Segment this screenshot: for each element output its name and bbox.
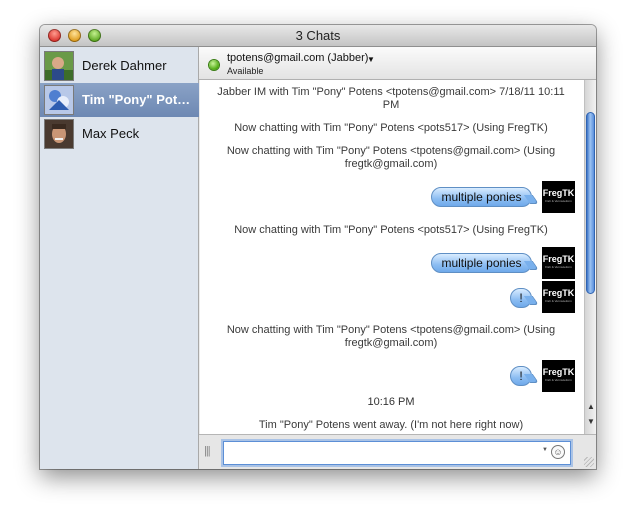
chevron-down-icon[interactable]: ▼: [367, 55, 375, 64]
system-message: Now chatting with Tim "Pony" Potens <tpo…: [226, 145, 556, 170]
drag-handle-icon[interactable]: |||: [204, 445, 211, 457]
system-message: Now chatting with Tim "Pony" Potens <tpo…: [226, 324, 556, 349]
contact-list: Derek Dahmer Tim "Pony" Potens Max Peck: [40, 47, 199, 469]
avatar: [44, 85, 74, 115]
message-input-bar: ||| ▼ ☺: [199, 434, 596, 469]
scrollbar-thumb[interactable]: [586, 112, 595, 294]
message-bubble: multiple ponies: [431, 253, 532, 273]
chat-scrollbar[interactable]: ▲ ▼: [584, 80, 596, 434]
avatar: [44, 51, 74, 81]
system-message: Tim "Pony" Potens went away. (I'm not he…: [258, 419, 524, 431]
smiley-icon[interactable]: ☺: [551, 445, 565, 459]
status-label: Available: [227, 66, 264, 76]
system-message: Now chatting with Tim "Pony" Potens <pot…: [234, 122, 548, 134]
scroll-up-arrow-icon[interactable]: ▲: [586, 402, 596, 411]
contact-name: Derek Dahmer: [82, 58, 167, 73]
account-header: tpotens@gmail.com (Jabber) ▼ Available: [199, 47, 596, 80]
resize-grip-icon[interactable]: [584, 457, 594, 467]
sender-avatar: FregTK Fish & Vermuteform: [542, 247, 575, 279]
message-input[interactable]: [223, 441, 571, 465]
system-message: Now chatting with Tim "Pony" Potens <pot…: [234, 224, 548, 236]
avatar: [44, 119, 74, 149]
account-selector[interactable]: tpotens@gmail.com (Jabber): [227, 52, 368, 64]
emoticon-menu-arrow-icon[interactable]: ▼: [542, 447, 548, 453]
available-status-icon: [209, 60, 219, 70]
contact-max-peck[interactable]: Max Peck: [40, 117, 199, 151]
message-bubble: multiple ponies: [431, 187, 532, 207]
message-bubble: !: [510, 288, 532, 308]
window-title: 3 Chats: [295, 28, 341, 43]
title-bar[interactable]: 3 Chats: [40, 25, 596, 47]
chat-window: 3 Chats Derek Dahmer Tim "Pony" Potens M…: [40, 25, 596, 469]
chat-transcript: Jabber IM with Tim "Pony" Potens <tpoten…: [200, 80, 584, 434]
system-message: Jabber IM with Tim "Pony" Potens <tpoten…: [217, 86, 565, 111]
sender-avatar: FregTK Fish & Vermuteform: [542, 281, 575, 313]
message-bubble: !: [510, 366, 532, 386]
sender-avatar: FregTK Fish & Vermuteform: [542, 360, 575, 392]
timestamp: 10:16 PM: [367, 396, 415, 408]
scroll-down-arrow-icon[interactable]: ▼: [586, 417, 596, 426]
contact-name: Tim "Pony" Potens: [82, 92, 196, 107]
contact-tim-potens[interactable]: Tim "Pony" Potens: [40, 83, 199, 117]
sender-avatar: FregTK Fish & Vermuteform: [542, 181, 575, 213]
contact-derek-dahmer[interactable]: Derek Dahmer: [40, 49, 199, 83]
contact-name: Max Peck: [82, 126, 140, 141]
